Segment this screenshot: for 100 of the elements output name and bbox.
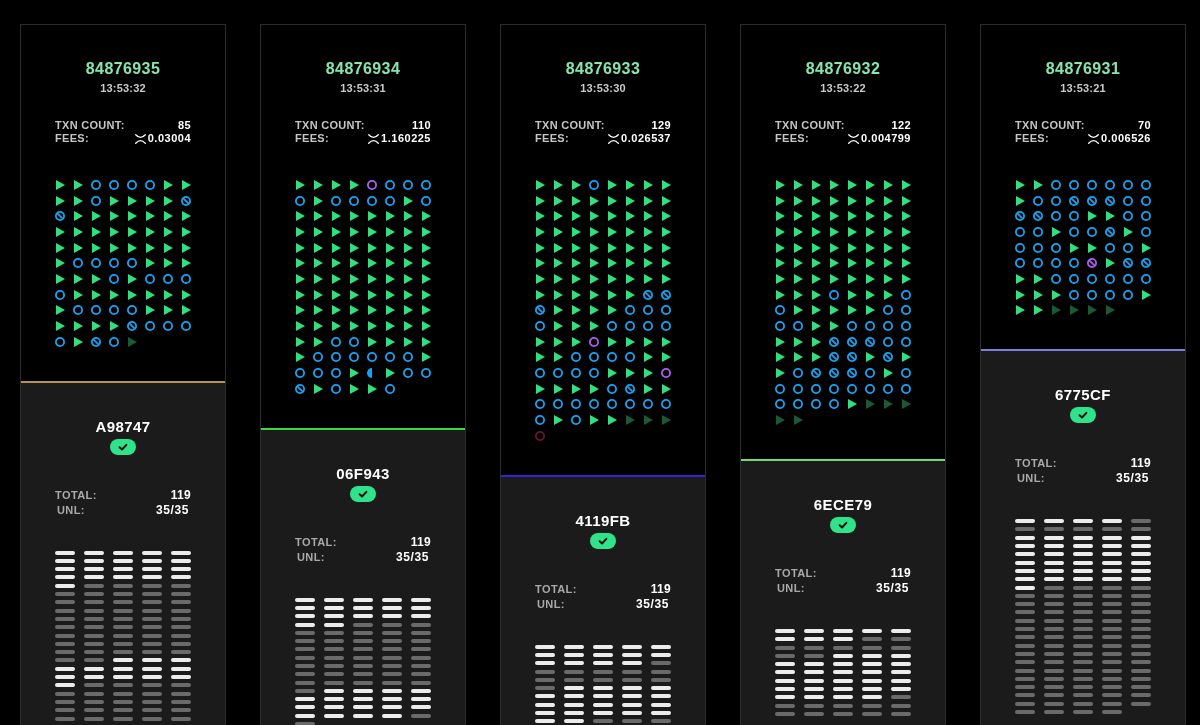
triangle-icon: [73, 179, 83, 190]
ring-icon: [349, 336, 359, 347]
slashed-ring-icon: [91, 336, 101, 347]
total-label: TOTAL:: [295, 534, 337, 550]
ring-icon: [331, 336, 341, 347]
ring-icon: [811, 399, 821, 410]
triangle-icon: [643, 179, 653, 190]
triangle-icon: [811, 336, 821, 347]
slashed-ring-icon: [55, 211, 65, 222]
ring-icon: [775, 305, 785, 316]
ring-icon: [661, 305, 671, 316]
slashed-ring-icon: [643, 289, 653, 300]
triangle-icon: [421, 258, 431, 269]
fees-value: 0.006526: [1101, 132, 1151, 145]
triangle-icon: [145, 289, 155, 300]
triangle-icon: [847, 195, 857, 206]
triangle-icon: [865, 242, 875, 253]
ring-icon: [1087, 179, 1097, 190]
triangle-icon: [661, 352, 671, 363]
triangle-icon: [73, 336, 83, 347]
triangle-icon: [793, 242, 803, 253]
triangle-icon: [1015, 305, 1025, 316]
triangle-icon: [1015, 289, 1025, 300]
triangle-icon: [1105, 258, 1115, 269]
triangle-icon: [163, 195, 173, 206]
triangle-icon: [535, 179, 545, 190]
triangle-icon: [793, 305, 803, 316]
ledger-hash: 6775CF: [1055, 386, 1111, 405]
triangle-icon: [349, 305, 359, 316]
triangle-icon: [313, 305, 323, 316]
triangle-icon: [793, 258, 803, 269]
ring-icon: [385, 352, 395, 363]
unl-value: 35/35: [875, 581, 909, 596]
triangle-icon: [793, 352, 803, 363]
triangle-icon: [793, 211, 803, 222]
triangle-icon: [163, 305, 173, 316]
ring-icon: [127, 305, 137, 316]
ring-icon: [367, 195, 377, 206]
ring-icon: [865, 321, 875, 332]
ring-icon: [775, 383, 785, 394]
triangle-icon: [625, 273, 635, 284]
triangle-icon: [535, 383, 545, 394]
triangle-icon: [313, 211, 323, 222]
triangle-icon: [421, 211, 431, 222]
triangle-icon: [55, 258, 65, 269]
triangle-icon: [553, 273, 563, 284]
triangle-icon: [295, 242, 305, 253]
triangle-icon: [385, 321, 395, 332]
ring-icon: [181, 273, 191, 284]
triangle-icon: [295, 226, 305, 237]
fees-label: FEES:: [775, 132, 809, 145]
ring-icon: [1141, 179, 1151, 190]
ring-icon: [535, 368, 545, 379]
triangle-icon: [145, 242, 155, 253]
triangle-icon: [349, 226, 359, 237]
ring-icon: [1051, 273, 1061, 284]
fees-label: FEES:: [1015, 132, 1049, 145]
ring-icon: [109, 258, 119, 269]
ledger-hash: A98747: [95, 417, 151, 436]
triangle-icon: [865, 273, 875, 284]
ring-icon: [589, 368, 599, 379]
triangle-icon: [553, 415, 563, 426]
triangle-icon: [607, 273, 617, 284]
slashed-ring-icon: [865, 336, 875, 347]
triangle-icon: [589, 305, 599, 316]
triangle-icon: [403, 273, 413, 284]
txn-count-value: 110: [412, 119, 431, 132]
triangle-icon: [331, 273, 341, 284]
ring-icon: [901, 368, 911, 379]
ring-icon: [109, 273, 119, 284]
txn-count-label: TXN COUNT:: [1015, 119, 1085, 132]
ring-icon: [331, 383, 341, 394]
slashed-ring-icon: [1015, 211, 1025, 222]
triangle-icon: [883, 273, 893, 284]
slashed-ring-icon: [1069, 195, 1079, 206]
triangle-icon: [793, 179, 803, 190]
ring-icon: [91, 179, 101, 190]
ring-icon: [1141, 195, 1151, 206]
total-value: 119: [650, 581, 671, 597]
total-label: TOTAL:: [535, 581, 577, 597]
ring-icon: [571, 352, 581, 363]
triangle-icon: [1105, 211, 1115, 222]
ring-icon: [127, 179, 137, 190]
triangle-icon: [571, 195, 581, 206]
ring-icon: [589, 179, 599, 190]
triangle-icon: [643, 195, 653, 206]
triangle-icon: [163, 211, 173, 222]
close-time: 13:53:30: [580, 81, 626, 95]
ring-icon: [163, 273, 173, 284]
unl-label: UNL:: [777, 581, 805, 596]
ring-icon: [793, 383, 803, 394]
triangle-icon: [643, 258, 653, 269]
triangle-icon: [607, 336, 617, 347]
ring-icon: [643, 321, 653, 332]
triangle-icon: [91, 273, 101, 284]
ring-icon: [535, 415, 545, 426]
triangle-icon: [829, 273, 839, 284]
txn-count-value: 122: [891, 119, 911, 132]
triangle-icon: [829, 305, 839, 316]
triangle-icon: [607, 415, 617, 426]
